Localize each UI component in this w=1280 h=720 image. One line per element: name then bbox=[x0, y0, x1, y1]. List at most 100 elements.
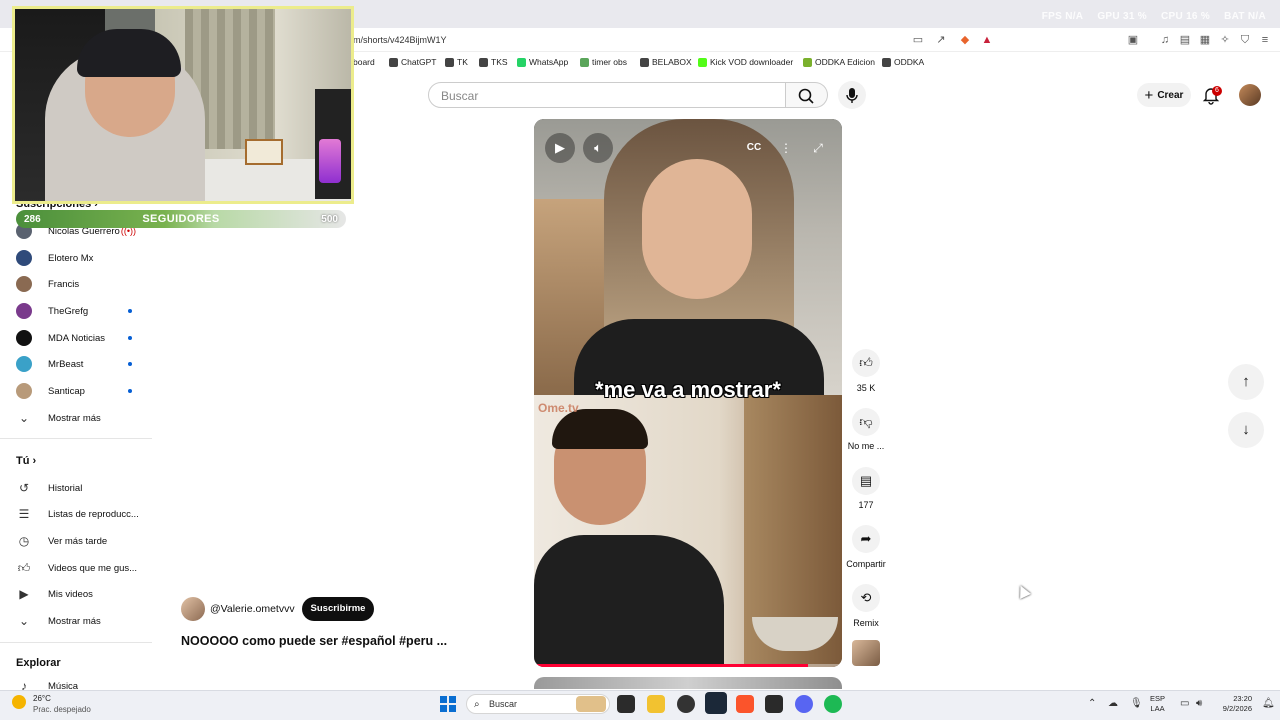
weather-description[interactable]: Prac. despejado bbox=[33, 705, 91, 714]
shorts-player[interactable]: Ome.tv *me va a mostrar* ▶ 🔈︎ CC ⋮ ⤢ bbox=[534, 119, 842, 667]
bookmark-oddka-edicion[interactable]: ODDKA Edicion bbox=[803, 57, 875, 67]
brave-rewards-icon[interactable]: ▲ bbox=[980, 33, 994, 47]
bookmark-tk[interactable]: TK bbox=[445, 57, 468, 67]
bookmark-kick-vod[interactable]: Kick VOD downloader bbox=[698, 57, 793, 67]
search-input[interactable]: Buscar bbox=[428, 82, 786, 108]
sidebar-item-subscription[interactable]: Elotero Mx bbox=[16, 248, 152, 268]
expand-icon: ⤢ bbox=[813, 141, 823, 155]
bookmark-tks[interactable]: TKS bbox=[479, 57, 508, 67]
sidebar-item-playlists[interactable]: ☰ Listas de reproducc... bbox=[16, 504, 152, 524]
obs-icon[interactable] bbox=[677, 695, 695, 713]
bookmark-belabox[interactable]: BELABOX bbox=[640, 57, 692, 67]
sidebar-item-watch-later[interactable]: ◷ Ver más tarde bbox=[16, 531, 152, 551]
sidebar-item-subscription[interactable]: TheGrefg bbox=[16, 301, 152, 321]
reading-list-icon[interactable]: ▤ bbox=[1178, 33, 1192, 47]
avatar bbox=[16, 356, 32, 372]
video-progress-bar[interactable] bbox=[534, 664, 842, 667]
steam-icon[interactable] bbox=[705, 692, 727, 714]
url-text[interactable]: m/shorts/v424BijmW1Y bbox=[353, 35, 447, 45]
account-avatar[interactable] bbox=[1239, 84, 1261, 106]
mouse-cursor bbox=[1015, 583, 1031, 599]
cast-icon[interactable]: ▭ bbox=[911, 33, 925, 47]
sidebar: Suscripciones › Nicolas Guerrero ((•)) El… bbox=[0, 196, 152, 693]
short-title[interactable]: NOOOOO como puede ser #español #peru ... bbox=[181, 634, 481, 648]
arrow-down-icon: ↓ bbox=[1242, 421, 1250, 438]
bookmark-oddka[interactable]: ODDKA bbox=[882, 57, 924, 67]
bookmark-chatgpt[interactable]: ChatGPT bbox=[389, 57, 436, 67]
share-page-icon[interactable]: ↗ bbox=[934, 33, 948, 47]
you-header[interactable]: Tú › bbox=[16, 455, 36, 467]
next-short-button[interactable]: ↓ bbox=[1228, 412, 1264, 448]
task-view-icon[interactable] bbox=[617, 695, 635, 713]
sidebar-toggle-icon[interactable]: ▣ bbox=[1126, 33, 1140, 47]
microphone-icon bbox=[846, 88, 858, 103]
network-icon[interactable]: ▭ bbox=[1180, 698, 1189, 709]
play-button[interactable]: ▶ bbox=[545, 133, 575, 163]
next-short-preview[interactable] bbox=[534, 677, 842, 689]
discord-icon[interactable] bbox=[795, 695, 813, 713]
brave-shield-icon[interactable]: ◆ bbox=[958, 33, 972, 47]
epic-games-icon[interactable] bbox=[765, 695, 783, 713]
bookmark-board[interactable]: board bbox=[353, 57, 375, 67]
notification-bell-icon[interactable]: 🔔︎ bbox=[1262, 698, 1275, 709]
more-options-button[interactable]: ⋮ bbox=[775, 137, 797, 159]
sidebar-item-history[interactable]: ↺ Historial bbox=[16, 478, 152, 498]
globe-icon bbox=[640, 57, 649, 67]
bookmark-timer-obs[interactable]: timer obs bbox=[580, 57, 627, 67]
microphone-icon[interactable]: 🎙︎ bbox=[1130, 698, 1143, 709]
volume-button[interactable]: 🔈︎ bbox=[583, 133, 613, 163]
thumbs-up-icon: 👍︎ bbox=[859, 355, 873, 370]
fullscreen-button[interactable]: ⤢ bbox=[807, 137, 829, 159]
show-more-you[interactable]: ⌄ Mostrar más bbox=[16, 611, 152, 631]
channel-name[interactable]: @Valerie.ometvvv bbox=[210, 603, 295, 615]
weather-sun-icon[interactable] bbox=[12, 695, 26, 709]
fps-stat: FPS N/A bbox=[1041, 11, 1084, 22]
new-content-dot bbox=[128, 309, 132, 313]
remix-button[interactable]: ⟲ bbox=[852, 584, 880, 612]
comment-count: 177 bbox=[858, 500, 874, 510]
share-button[interactable]: ➦ bbox=[852, 525, 880, 553]
sidebar-item-liked-videos[interactable]: 👍︎ Videos que me gus... bbox=[16, 558, 152, 578]
timer-icon bbox=[580, 57, 589, 67]
brave-icon[interactable] bbox=[736, 695, 754, 713]
subscribe-button[interactable]: Suscribirme bbox=[302, 597, 374, 621]
onedrive-icon[interactable]: ☁ bbox=[1108, 698, 1118, 709]
volume-icon[interactable]: 🔊︎ bbox=[1196, 698, 1202, 709]
dislike-button[interactable]: 👎︎ bbox=[852, 408, 880, 436]
channel-avatar[interactable] bbox=[181, 597, 205, 621]
start-button[interactable] bbox=[440, 696, 456, 712]
sidebar-item-subscription[interactable]: MDA Noticias bbox=[16, 328, 152, 348]
performance-stats: FPS N/A GPU 31 % CPU 16 % BAT N/A bbox=[1042, 11, 1266, 22]
voice-search-button[interactable] bbox=[838, 81, 866, 109]
chevron-up-icon[interactable]: ⌃ bbox=[1088, 698, 1096, 709]
menu-icon[interactable]: ≡ bbox=[1258, 33, 1272, 47]
sidebar-item-subscription[interactable]: Francis bbox=[16, 274, 152, 294]
leo-ai-icon[interactable]: ✧ bbox=[1218, 33, 1232, 47]
language-indicator[interactable]: ESP LAA bbox=[1150, 694, 1165, 714]
remix-icon: ⟲ bbox=[860, 590, 872, 605]
notification-count-badge: 6 bbox=[1212, 86, 1222, 96]
file-explorer-icon[interactable] bbox=[647, 695, 665, 713]
vpn-icon[interactable]: ⛉ bbox=[1238, 33, 1252, 47]
show-more-subscriptions[interactable]: ⌄ Mostrar más bbox=[16, 408, 152, 428]
volume-icon: 🔈︎ bbox=[594, 140, 602, 155]
previous-short-button[interactable]: ↑ bbox=[1228, 364, 1264, 400]
media-icon[interactable]: ♫ bbox=[1158, 33, 1172, 47]
create-button[interactable]: + Crear bbox=[1137, 83, 1191, 107]
sidebar-item-subscription[interactable]: Santicap bbox=[16, 381, 152, 401]
sound-thumbnail[interactable] bbox=[852, 640, 880, 666]
weather-temperature[interactable]: 26°C bbox=[33, 694, 51, 703]
avatar bbox=[16, 250, 32, 266]
comments-button[interactable]: ▤ bbox=[852, 467, 880, 495]
bookmark-whatsapp[interactable]: WhatsApp bbox=[517, 57, 568, 67]
clock[interactable]: 23:20 9/2/2026 bbox=[1222, 694, 1252, 714]
follower-goal-bar: 286 SEGUIDORES 500 bbox=[16, 210, 346, 228]
like-button[interactable]: 👍︎ bbox=[852, 349, 880, 377]
wallet-icon[interactable]: ▦ bbox=[1198, 33, 1212, 47]
captions-button[interactable]: CC bbox=[743, 137, 765, 159]
sidebar-item-subscription[interactable]: MrBeast bbox=[16, 354, 152, 374]
spotify-icon[interactable] bbox=[824, 695, 842, 713]
sidebar-item-my-videos[interactable]: ▶ Mis videos bbox=[16, 584, 152, 604]
search-button[interactable] bbox=[786, 82, 828, 108]
webcam-overlay bbox=[12, 6, 354, 204]
